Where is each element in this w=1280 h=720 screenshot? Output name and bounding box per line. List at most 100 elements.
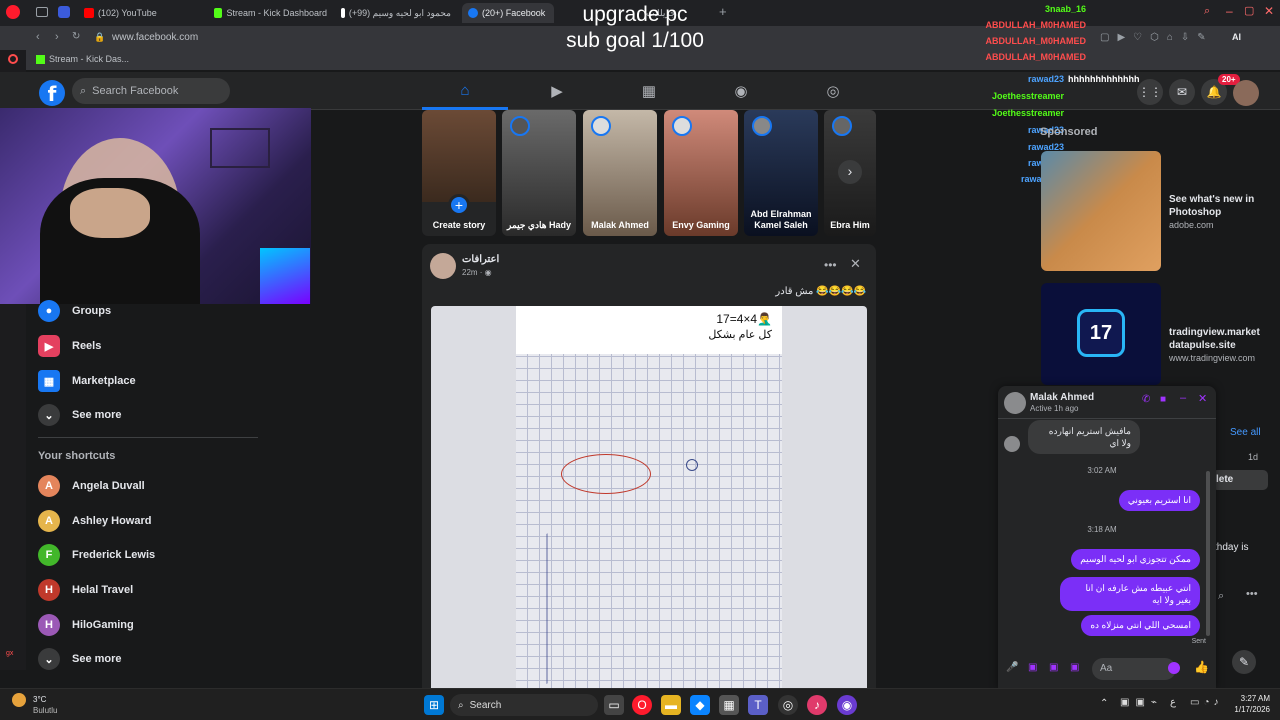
more-options-icon[interactable]: ••• (824, 258, 837, 272)
store-icon[interactable]: ▦ (719, 695, 739, 715)
minimize-icon[interactable]: – (1226, 4, 1233, 18)
shortcut-item[interactable]: A Angela Duvall (38, 472, 258, 500)
post-author[interactable]: اعترافات (462, 254, 499, 265)
tray-chevron-icon[interactable]: ⌃ (1100, 698, 1108, 709)
shortcut-item[interactable]: H HiloGaming (38, 611, 258, 639)
home-icon[interactable]: ⌂ (456, 82, 474, 100)
incoming-message: مافيش استريم انهارده ولا اي (1028, 420, 1140, 454)
shortcut-item[interactable]: F Frederick Lewis (38, 541, 258, 569)
ai-icon[interactable]: AI (1232, 32, 1241, 42)
chat-scrollbar[interactable] (1206, 471, 1210, 636)
copilot-icon[interactable]: ◆ (690, 695, 710, 715)
weather-temp[interactable]: 3°C (33, 695, 46, 704)
search-input[interactable]: ⌕ Search Facebook (72, 78, 230, 104)
new-message-icon[interactable]: ✎ (1232, 650, 1256, 674)
search-contacts-icon[interactable]: ⌕ (1218, 590, 1224, 603)
task-view-icon[interactable]: ▭ (604, 695, 624, 715)
story-card[interactable]: هادي جيمر Hady (502, 110, 576, 236)
chat-line: 3naab_16 (940, 4, 1086, 14)
windows-start-icon[interactable]: ⊞ (424, 695, 444, 715)
see-all-link[interactable]: See all (1230, 427, 1261, 438)
video-call-icon[interactable]: ■ (1160, 394, 1166, 405)
sidebar-item-marketplace[interactable]: ▦ Marketplace (38, 367, 258, 395)
chat-contact-name[interactable]: Malak Ahmed (1030, 392, 1094, 403)
clock-time[interactable]: 3:27 AM (1220, 694, 1270, 703)
groups-icon[interactable]: ◉ (732, 82, 750, 100)
story-card[interactable]: Abd Elrahman Kamel Saleh (744, 110, 818, 236)
story-create[interactable]: + Create story (422, 110, 496, 236)
facebook-logo[interactable]: f (39, 80, 65, 106)
url-field[interactable]: www.facebook.com (112, 32, 198, 43)
shield-icon[interactable] (58, 6, 70, 18)
reload-icon[interactable]: ↻ (72, 31, 80, 42)
delete-button[interactable]: lete (1212, 470, 1268, 490)
opera-logo-icon[interactable] (6, 5, 20, 19)
shortcut-item[interactable]: H Helal Travel (38, 576, 258, 604)
story-card[interactable]: Envy Gaming (664, 110, 738, 236)
close-window-icon[interactable]: ✕ (1264, 4, 1274, 18)
teams-icon[interactable]: T (748, 695, 768, 715)
chat-line: ABDULLAH_M0HAMED (940, 36, 1087, 46)
call-icon[interactable]: ✆ (1142, 394, 1150, 405)
sidebar-icon[interactable] (8, 54, 18, 64)
shortcut-label: Ashley Howard (72, 515, 152, 527)
sidebar-item-reels[interactable]: ▶ Reels (38, 332, 258, 360)
mic-icon[interactable]: 🎤 (1006, 662, 1018, 673)
workspaces-icon[interactable] (36, 7, 48, 17)
maximize-icon[interactable]: ▢ (1244, 4, 1254, 17)
forward-icon[interactable]: › (55, 31, 59, 43)
marketplace-icon[interactable]: ▦ (640, 82, 658, 100)
file-explorer-icon[interactable]: ▬ (661, 695, 681, 715)
tab-kick[interactable]: Stream - Kick Dashboard (208, 3, 333, 23)
video-icon[interactable]: ▶ (548, 82, 566, 100)
ad-title[interactable]: See what's new in Photoshop (1169, 193, 1269, 219)
gif-icon[interactable]: ▣ (1070, 662, 1079, 673)
contacts-more-icon[interactable]: ••• (1246, 588, 1258, 600)
gaming-icon[interactable]: ◎ (824, 82, 842, 100)
profile-avatar[interactable] (1233, 80, 1259, 106)
opera-gx-icon[interactable]: O (632, 695, 652, 715)
close-post-icon[interactable]: ✕ (850, 256, 861, 272)
clock-date: 1/17/2026 (1234, 705, 1270, 714)
messenger-icon[interactable]: ✉ (1169, 79, 1195, 105)
post-author-avatar[interactable] (430, 253, 456, 279)
menu-grid-icon[interactable]: ⋮⋮ (1137, 79, 1163, 105)
chat-user: ABDULLAH_M0HAMED (985, 36, 1087, 46)
message-input[interactable]: Aa (1092, 658, 1176, 680)
tab-tiktok[interactable]: محمود ابو لحيه وسيم (99+) (335, 3, 457, 23)
lock-icon: 🔒 (94, 32, 106, 42)
obs-icon[interactable]: ◎ (778, 695, 798, 715)
story-card[interactable]: Malak Ahmed (583, 110, 657, 236)
messenger-chat-window: Malak Ahmed Active 1h ago ✆ ■ – ✕ مافيش … (998, 386, 1216, 688)
photo-icon[interactable]: ▣ (1028, 662, 1037, 673)
close-chat-icon[interactable]: ✕ (1198, 392, 1207, 405)
app-icon[interactable]: ◉ (837, 695, 857, 715)
outgoing-message: ممكن تتجوزي ابو لحيه الوسيم (1071, 549, 1200, 570)
post-image[interactable]: 17=4×4🤦‍♂️ كل عام بشكل (431, 306, 867, 704)
tab-youtube[interactable]: (102) YouTube (78, 3, 198, 23)
ad-image-photoshop[interactable] (1041, 151, 1161, 271)
shortcut-item[interactable]: A Ashley Howard (38, 507, 258, 535)
like-icon[interactable]: 👍 (1194, 660, 1209, 674)
minimize-chat-icon[interactable]: – (1180, 392, 1186, 404)
back-icon[interactable]: ‹ (36, 31, 40, 43)
sticker-icon[interactable]: ▣ (1049, 662, 1058, 673)
music-icon[interactable]: ♪ (807, 695, 827, 715)
ad-title[interactable]: tradingview.market datapulse.site (1169, 326, 1269, 352)
see-more-label: See more (72, 653, 122, 665)
tray-icons[interactable]: ▣▣⌁ (1120, 697, 1163, 708)
chat-avatar[interactable] (1004, 392, 1026, 414)
toolbar-icons[interactable]: ▢▶♡⬡⌂⇩✎ (1100, 32, 1214, 43)
emoji-icon[interactable] (1168, 662, 1180, 674)
sidebar-see-more[interactable]: ⌄ See more (38, 401, 258, 429)
bookmark-kick[interactable]: Stream - Kick Das... (49, 54, 129, 64)
kick-icon (214, 8, 223, 18)
shortcuts-see-more[interactable]: ⌄ See more (38, 645, 258, 673)
search-tabs-icon[interactable]: ⌕ (1204, 5, 1210, 18)
ad-image-tradingview[interactable]: 17 (1041, 283, 1161, 385)
sidebar-item-groups[interactable]: ● Groups (38, 297, 258, 325)
taskbar-search[interactable]: ⌕ Search (450, 694, 598, 716)
stories-next-icon[interactable]: › (838, 160, 862, 184)
language-indicator[interactable]: ع (1170, 697, 1176, 708)
network-volume-icons[interactable]: ▭◔♪ (1190, 697, 1223, 708)
